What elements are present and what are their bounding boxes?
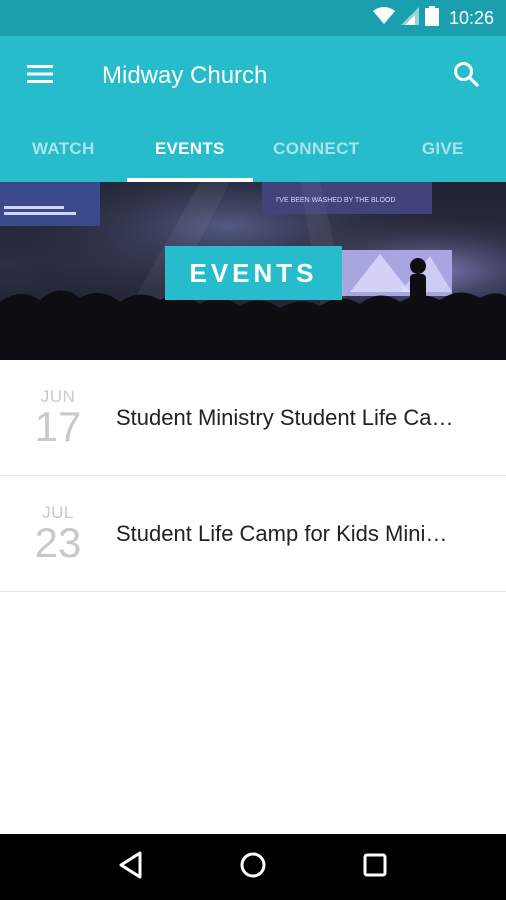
system-nav-bar <box>0 834 506 900</box>
event-day: 17 <box>34 402 82 450</box>
search-icon <box>453 61 479 92</box>
event-title: Student Ministry Student Life Ca… <box>116 404 454 430</box>
recents-icon <box>363 853 387 882</box>
tab-watch[interactable]: WATCH <box>0 116 127 182</box>
tab-connect[interactable]: CONNECT <box>253 116 380 182</box>
home-icon <box>239 851 267 884</box>
back-button[interactable] <box>101 837 161 897</box>
menu-button[interactable] <box>0 36 80 116</box>
recents-button[interactable] <box>345 837 405 897</box>
tab-label: GIVE <box>421 139 464 158</box>
tab-bar: WATCH EVENTS CONNECT GIVE <box>0 116 506 182</box>
events-list: JUN 17 Student Ministry Student Life Ca…… <box>0 360 506 592</box>
signal-icon <box>400 6 419 30</box>
search-button[interactable] <box>426 36 506 116</box>
tab-events[interactable]: EVENTS <box>126 116 254 182</box>
tab-give[interactable]: GIVE <box>380 116 506 182</box>
app-bar: Midway Church <box>0 36 506 116</box>
event-date: JUL 23 <box>0 503 116 566</box>
app-title: Midway Church <box>102 62 268 89</box>
menu-icon <box>27 64 53 89</box>
event-list-item[interactable]: JUL 23 Student Life Camp for Kids Mini… <box>0 476 506 592</box>
tab-label: CONNECT <box>273 139 360 158</box>
status-bar: 10:26 <box>0 0 506 36</box>
wifi-icon <box>372 6 395 30</box>
back-icon <box>118 851 144 884</box>
tab-label: EVENTS <box>154 139 225 158</box>
hero-events-badge: EVENTS <box>165 246 342 300</box>
events-hero-image: I'VE BEEN WASHED BY THE BLOOD EVENTS <box>0 182 506 360</box>
screen-lyrics-text: I'VE BEEN WASHED BY THE BLOOD <box>276 197 395 204</box>
tab-label: WATCH <box>31 139 95 158</box>
event-date: JUN 17 <box>0 387 116 450</box>
event-title: Student Life Camp for Kids Mini… <box>116 520 448 546</box>
home-button[interactable] <box>223 837 283 897</box>
event-day: 23 <box>34 518 82 566</box>
event-list-item[interactable]: JUN 17 Student Ministry Student Life Ca… <box>0 360 506 476</box>
battery-icon <box>424 5 439 31</box>
status-time: 10:26 <box>448 7 494 28</box>
